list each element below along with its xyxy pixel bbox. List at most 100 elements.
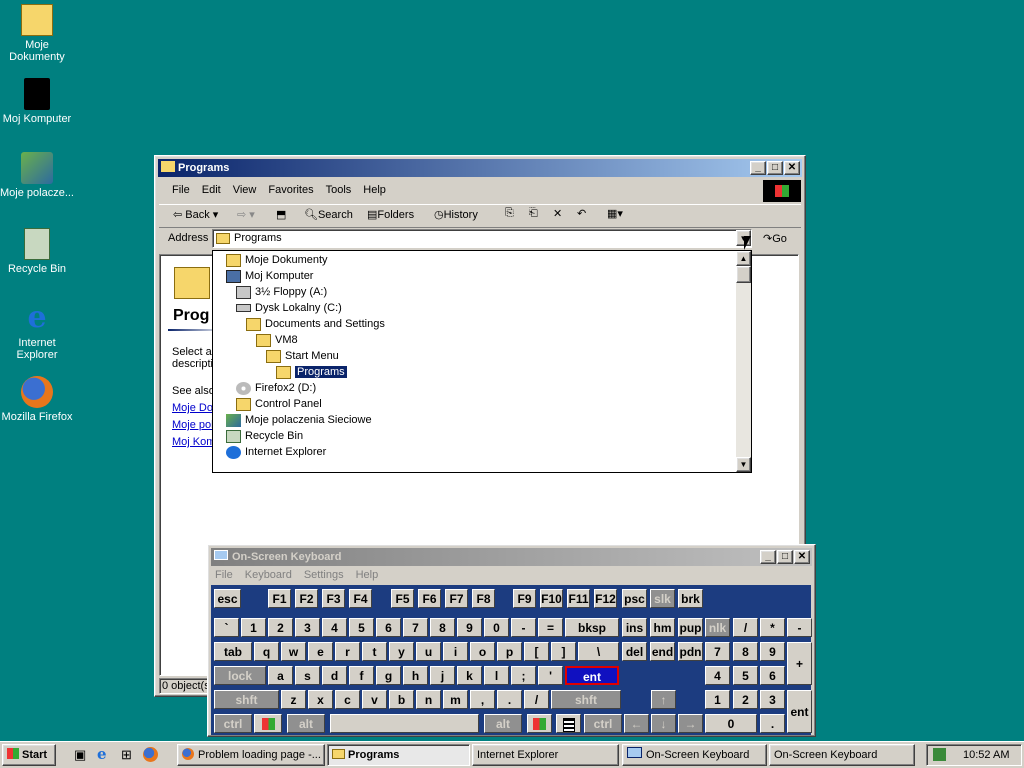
osk-key[interactable]: y: [389, 642, 414, 661]
osk-key[interactable]: F12: [594, 589, 617, 608]
dropdown-scrollbar[interactable]: ▲ ▼: [736, 251, 751, 472]
ie-quicklaunch-icon[interactable]: e: [97, 745, 107, 763]
menu-help[interactable]: Help: [357, 181, 392, 199]
osk-key[interactable]: 0: [705, 714, 757, 733]
osk-key[interactable]: 3: [760, 690, 785, 709]
osk-key[interactable]: x: [308, 690, 333, 709]
osk-key-space[interactable]: [330, 714, 479, 733]
osk-key[interactable]: psc: [622, 589, 647, 608]
osk-key[interactable]: 3: [295, 618, 320, 637]
osk-key[interactable]: shft: [214, 690, 279, 709]
osk-key[interactable]: end: [650, 642, 675, 661]
dropdown-item[interactable]: Dysk Lokalny (C:): [236, 300, 342, 316]
osk-key[interactable]: g: [376, 666, 401, 685]
osk-key[interactable]: ←: [624, 714, 649, 733]
osk-key[interactable]: s: [295, 666, 320, 685]
search-button[interactable]: 🔍︎Search: [304, 208, 353, 221]
osk-menu-settings[interactable]: Settings: [298, 566, 350, 584]
desktop-icon-my-computer[interactable]: Moj Komputer: [0, 78, 74, 125]
delete-icon[interactable]: ✕: [553, 207, 562, 220]
osk-key[interactable]: F3: [322, 589, 345, 608]
dropdown-item[interactable]: Moje Dokumenty: [226, 252, 328, 268]
osk-key[interactable]: ,: [470, 690, 495, 709]
osk-key[interactable]: 9: [457, 618, 482, 637]
osk-key[interactable]: bksp: [565, 618, 619, 637]
osk-key[interactable]: v: [362, 690, 387, 709]
dropdown-item[interactable]: Moje polaczenia Sieciowe: [226, 412, 372, 428]
copy-to-icon[interactable]: ⎗: [529, 207, 538, 220]
dropdown-item[interactable]: Internet Explorer: [226, 444, 326, 460]
osk-key[interactable]: F1: [268, 589, 291, 608]
osk-key[interactable]: u: [416, 642, 441, 661]
osk-key[interactable]: 5: [349, 618, 374, 637]
menu-file[interactable]: File: [166, 181, 196, 199]
osk-key[interactable]: pup: [678, 618, 703, 637]
osk-close-button[interactable]: ✕: [794, 550, 810, 564]
osk-key[interactable]: pdn: [678, 642, 703, 661]
osk-key[interactable]: .: [497, 690, 522, 709]
start-button[interactable]: Start: [2, 744, 56, 766]
osk-key[interactable]: d: [322, 666, 347, 685]
osk-key[interactable]: 8: [430, 618, 455, 637]
osk-key[interactable]: o: [470, 642, 495, 661]
osk-key[interactable]: lock: [214, 666, 266, 685]
desktop-icon-recycle-bin[interactable]: Recycle Bin: [0, 228, 74, 275]
taskbar-item-programs[interactable]: Programs: [327, 744, 470, 766]
back-button[interactable]: ⇦ Back ▾: [173, 208, 218, 221]
osk-key[interactable]: [: [524, 642, 549, 661]
osk-key[interactable]: q: [254, 642, 279, 661]
osk-key[interactable]: t: [362, 642, 387, 661]
dropdown-item[interactable]: Moj Komputer: [226, 268, 313, 284]
taskbar-item-osk-2[interactable]: On-Screen Keyboard: [769, 744, 915, 766]
osk-key[interactable]: 8: [733, 642, 758, 661]
desktop-icon-network[interactable]: Moje polacze...: [0, 152, 74, 199]
dropdown-item[interactable]: Recycle Bin: [226, 428, 303, 444]
dropdown-item[interactable]: Start Menu: [266, 348, 339, 364]
osk-key[interactable]: e: [308, 642, 333, 661]
osk-key[interactable]: z: [281, 690, 306, 709]
osk-key[interactable]: ]: [551, 642, 576, 661]
osk-key[interactable]: F9: [513, 589, 536, 608]
osk-key[interactable]: 0: [484, 618, 509, 637]
osk-key-windows-left[interactable]: [254, 714, 282, 733]
osk-key[interactable]: 2: [733, 690, 758, 709]
clock[interactable]: 10:52 AM: [963, 749, 1009, 761]
osk-key[interactable]: ctrl: [584, 714, 622, 733]
osk-key[interactable]: .: [760, 714, 785, 733]
osk-key-windows-right[interactable]: [527, 714, 552, 733]
forward-button[interactable]: ⇨ ▾: [237, 208, 255, 221]
osk-key[interactable]: *: [760, 618, 785, 637]
osk-key[interactable]: /: [733, 618, 758, 637]
osk-key[interactable]: F2: [295, 589, 318, 608]
osk-key[interactable]: =: [538, 618, 563, 637]
desktop-quicklaunch-icon[interactable]: ⊞: [121, 747, 132, 763]
osk-key[interactable]: 1: [705, 690, 730, 709]
minimize-button[interactable]: _: [750, 161, 766, 175]
link-network[interactable]: Moje pol: [172, 419, 214, 431]
osk-key[interactable]: brk: [678, 589, 703, 608]
osk-key[interactable]: b: [389, 690, 414, 709]
taskbar-item-osk-1[interactable]: On-Screen Keyboard: [622, 744, 767, 766]
osk-key[interactable]: n: [416, 690, 441, 709]
scroll-up-button[interactable]: ▲: [736, 251, 751, 266]
osk-titlebar[interactable]: On-Screen Keyboard _ □ ✕: [211, 548, 812, 566]
history-button[interactable]: ◷History: [434, 208, 478, 221]
osk-key[interactable]: 6: [760, 666, 785, 685]
menu-favorites[interactable]: Favorites: [262, 181, 319, 199]
osk-key[interactable]: F8: [472, 589, 495, 608]
osk-key[interactable]: l: [484, 666, 509, 685]
osk-key[interactable]: →: [678, 714, 703, 733]
osk-key-app-menu[interactable]: [556, 714, 581, 733]
osk-key[interactable]: hm: [650, 618, 675, 637]
osk-key[interactable]: nlk: [705, 618, 730, 637]
osk-key[interactable]: 4: [322, 618, 347, 637]
osk-maximize-button[interactable]: □: [777, 550, 793, 564]
osk-key[interactable]: ins: [622, 618, 647, 637]
firefox-quicklaunch-icon[interactable]: [143, 747, 158, 762]
osk-key[interactable]: r: [335, 642, 360, 661]
osk-key[interactable]: tab: [214, 642, 252, 661]
osk-key[interactable]: 7: [403, 618, 428, 637]
explorer-titlebar[interactable]: Programs _ □ ✕: [158, 159, 802, 177]
osk-key[interactable]: ↓: [651, 714, 676, 733]
osk-menu-file[interactable]: File: [209, 566, 239, 584]
